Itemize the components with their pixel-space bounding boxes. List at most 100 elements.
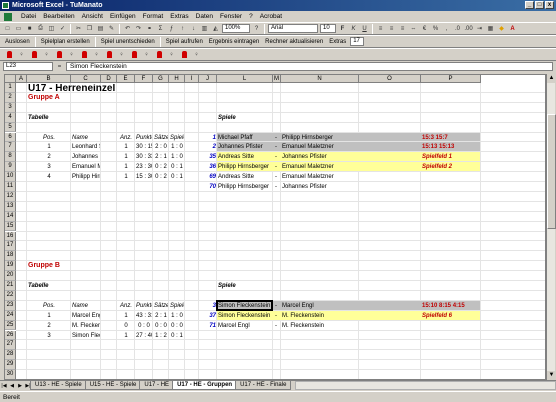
column-header[interactable]: G bbox=[153, 75, 169, 83]
extras-value-input[interactable]: 17 bbox=[350, 37, 365, 46]
thousands-icon[interactable]: , bbox=[442, 24, 451, 33]
function-wizard-icon[interactable]: = bbox=[55, 62, 64, 71]
match-player1[interactable]: Michael Pfaff bbox=[218, 134, 272, 142]
percent-icon[interactable]: % bbox=[431, 24, 440, 33]
format-painter-icon[interactable]: ✎ bbox=[107, 24, 116, 33]
table-header[interactable]: Punkte bbox=[136, 302, 152, 310]
merge-center-icon[interactable]: ⇔ bbox=[409, 24, 418, 33]
table-cell-saetze[interactable]: 1 : 2 bbox=[154, 332, 168, 340]
decimal-increase-icon[interactable]: .0 bbox=[453, 24, 462, 33]
print-icon[interactable]: ⎙ bbox=[36, 24, 45, 33]
match-result[interactable]: 15:10 8:15 4:15 bbox=[422, 302, 480, 310]
table-cell-pos[interactable]: 1 bbox=[28, 143, 70, 151]
font-select[interactable]: Arial bbox=[268, 24, 318, 33]
match-number[interactable]: 71 bbox=[200, 322, 216, 330]
spiele-label[interactable]: Spiele bbox=[218, 114, 272, 122]
spielplan-erstellen-button[interactable]: Spielplan erstellen bbox=[39, 37, 92, 47]
copy-icon[interactable]: ❐ bbox=[85, 24, 94, 33]
table-header[interactable]: Pos. bbox=[28, 302, 70, 310]
match-result[interactable]: 15:3 15:7 bbox=[422, 134, 480, 142]
table-cell-name[interactable]: Marcel Engl bbox=[72, 312, 100, 320]
wizard-icon[interactable]: ♀ bbox=[167, 50, 176, 59]
table-cell-pos[interactable]: 3 bbox=[28, 332, 70, 340]
match-player2[interactable]: Johannes Pfister bbox=[282, 153, 358, 161]
table-cell-pos[interactable]: 2 bbox=[28, 153, 70, 161]
row-header[interactable]: 29 bbox=[5, 360, 16, 371]
column-header[interactable]: N bbox=[281, 75, 359, 83]
table-cell-spiele[interactable]: 0 : 1 bbox=[170, 173, 184, 181]
table-cell-anz[interactable]: 1 bbox=[118, 153, 134, 161]
row-header[interactable]: 13 bbox=[5, 201, 16, 212]
row-header[interactable]: 24 bbox=[5, 310, 16, 321]
wizard-icon[interactable]: ♀ bbox=[92, 50, 101, 59]
table-cell-pos[interactable]: 4 bbox=[28, 173, 70, 181]
row-header[interactable]: 18 bbox=[5, 251, 16, 262]
column-header[interactable]: L bbox=[217, 75, 273, 83]
menu-daten[interactable]: Daten bbox=[196, 13, 213, 20]
table-cell-name[interactable]: Emanuel Maletzner bbox=[72, 163, 100, 171]
first-sheet-icon[interactable]: |◀ bbox=[0, 382, 8, 390]
hyperlink-icon[interactable]: ⚭ bbox=[145, 24, 154, 33]
match-player1[interactable]: Andreas Sitte bbox=[218, 153, 272, 161]
match-number[interactable]: 70 bbox=[200, 183, 216, 191]
table-header[interactable]: Name bbox=[72, 302, 100, 310]
row-header[interactable]: 14 bbox=[5, 211, 16, 222]
select-all-corner[interactable] bbox=[5, 75, 16, 83]
table-cell-name[interactable]: Leonhard Sitte bbox=[72, 143, 100, 151]
open-folder-icon[interactable]: ▭ bbox=[14, 24, 23, 33]
column-header[interactable]: O bbox=[359, 75, 421, 83]
row-header[interactable]: 8 bbox=[5, 152, 16, 163]
table-header[interactable]: Spiele bbox=[170, 134, 184, 142]
sheet-tab[interactable]: U15 - HE - Spiele bbox=[84, 381, 142, 390]
flag-icon[interactable] bbox=[103, 50, 115, 59]
column-header[interactable]: D bbox=[101, 75, 117, 83]
table-cell-spiele[interactable]: 1 : 0 bbox=[170, 312, 184, 320]
document-icon[interactable] bbox=[4, 12, 12, 21]
column-header[interactable]: A bbox=[16, 75, 27, 83]
zoom-select[interactable]: 100% bbox=[222, 24, 250, 33]
table-cell-saetze[interactable]: 2 : 0 bbox=[154, 143, 168, 151]
sheet-tab[interactable]: U13 - HE - Spiele bbox=[30, 381, 87, 390]
table-header[interactable]: Sätze bbox=[154, 302, 168, 310]
match-result[interactable]: 15:13 15:13 bbox=[422, 143, 480, 151]
row-header[interactable]: 20 bbox=[5, 271, 16, 281]
row-header[interactable]: 16 bbox=[5, 231, 16, 242]
cut-icon[interactable]: ✂ bbox=[74, 24, 83, 33]
table-cell-saetze[interactable]: 2 : 1 bbox=[154, 153, 168, 161]
autosum-icon[interactable]: Σ bbox=[156, 24, 165, 33]
row-header[interactable]: 28 bbox=[5, 350, 16, 361]
column-header[interactable]: E bbox=[117, 75, 135, 83]
match-number[interactable]: 69 bbox=[200, 173, 216, 181]
menu-datei[interactable]: Datei bbox=[21, 13, 36, 20]
flag-icon[interactable] bbox=[28, 50, 40, 59]
sort-asc-icon[interactable]: ↑ bbox=[178, 24, 187, 33]
table-cell-spiele[interactable]: 1 : 0 bbox=[170, 143, 184, 151]
flag-icon[interactable] bbox=[53, 50, 65, 59]
match-result[interactable]: Spielfeld 6 bbox=[422, 312, 480, 320]
sheet-title[interactable]: U17 - Herreneinzel bbox=[28, 84, 152, 94]
match-number[interactable]: 2 bbox=[200, 143, 216, 151]
match-player1[interactable]: Johannes Pfister bbox=[218, 143, 272, 151]
vertical-scrollbar[interactable]: ▲ ▼ bbox=[546, 74, 556, 380]
borders-icon[interactable]: ▦ bbox=[486, 24, 495, 33]
row-header[interactable]: 15 bbox=[5, 221, 16, 232]
font-size-select[interactable]: 10 bbox=[320, 24, 336, 33]
match-player2[interactable]: Emanuel Maletzner bbox=[282, 163, 358, 171]
spiele-label[interactable]: Spiele bbox=[218, 282, 272, 290]
print-preview-icon[interactable]: ◫ bbox=[47, 24, 56, 33]
match-player1[interactable]: Marcel Engl bbox=[218, 322, 272, 330]
table-cell-saetze[interactable]: 0 : 0 bbox=[154, 322, 168, 330]
table-cell-saetze[interactable]: 0 : 2 bbox=[154, 173, 168, 181]
paste-icon[interactable]: ▤ bbox=[96, 24, 105, 33]
wizard-icon[interactable]: ♀ bbox=[117, 50, 126, 59]
font-color-icon[interactable]: A bbox=[508, 24, 517, 33]
table-cell-pos[interactable]: 3 bbox=[28, 163, 70, 171]
row-header[interactable]: 5 bbox=[5, 122, 16, 133]
match-number[interactable]: 35 bbox=[200, 153, 216, 161]
match-number[interactable]: 37 bbox=[200, 312, 216, 320]
table-cell-spiele[interactable]: 0 : 0 bbox=[170, 322, 184, 330]
sort-desc-icon[interactable]: ↓ bbox=[189, 24, 198, 33]
spreadsheet-grid[interactable]: A B C D E F G H I J L M N O P 1 2 3 4 5 6 7 8 9 10 11 12 13 14 15 16 17… bbox=[4, 74, 546, 380]
row-header[interactable]: 2 bbox=[5, 92, 16, 103]
table-cell-anz[interactable]: 1 bbox=[118, 163, 134, 171]
